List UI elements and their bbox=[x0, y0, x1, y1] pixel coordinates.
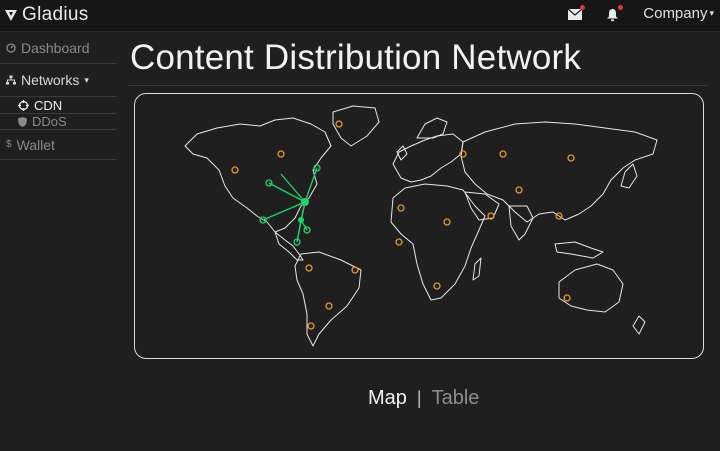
map-node[interactable] bbox=[397, 204, 405, 212]
crosshair-icon bbox=[18, 99, 29, 111]
madagascar-outline bbox=[472, 257, 482, 281]
main-content: Content Distribution Network Map | Table bbox=[128, 32, 708, 409]
cdn-nodes bbox=[231, 120, 575, 330]
dollar-icon: $ bbox=[6, 139, 12, 150]
map-node[interactable] bbox=[277, 150, 285, 158]
sidebar-item-label: Wallet bbox=[16, 136, 55, 153]
map-node[interactable] bbox=[567, 154, 575, 162]
world-map-canvas bbox=[184, 105, 658, 347]
notifications-button[interactable] bbox=[605, 4, 624, 22]
world-map[interactable] bbox=[134, 93, 704, 359]
network-sitemap-icon bbox=[6, 75, 16, 85]
top-bar: Gladius Company ▾ bbox=[0, 0, 720, 32]
route-endpoint[interactable] bbox=[298, 217, 304, 223]
company-dropdown[interactable]: Company ▾ bbox=[643, 5, 714, 22]
brand-name: Gladius bbox=[22, 4, 89, 25]
india-outline bbox=[508, 205, 534, 241]
toggle-separator: | bbox=[416, 388, 422, 408]
mail-button[interactable] bbox=[567, 4, 586, 22]
envelope-icon bbox=[568, 8, 583, 20]
indonesia-outline bbox=[554, 241, 604, 259]
map-node[interactable] bbox=[305, 264, 313, 272]
view-toggle: Map | Table bbox=[368, 387, 479, 410]
new-zealand-outline bbox=[632, 315, 646, 335]
sidebar-item-wallet[interactable]: $ Wallet bbox=[0, 130, 116, 160]
map-node[interactable] bbox=[395, 238, 403, 246]
sidebar-item-label: DDoS bbox=[32, 114, 67, 129]
sidebar-item-cdn[interactable]: CDN bbox=[0, 96, 116, 113]
map-node[interactable] bbox=[231, 166, 239, 174]
map-node[interactable] bbox=[499, 150, 507, 158]
mail-notification-dot bbox=[580, 4, 586, 10]
sidebar-item-label: CDN bbox=[34, 97, 63, 113]
company-label: Company bbox=[643, 5, 708, 22]
sidebar-item-networks[interactable]: Networks ▾ bbox=[0, 64, 116, 96]
south-america-outline bbox=[294, 251, 362, 347]
brand[interactable]: Gladius bbox=[4, 4, 89, 26]
caret-down-icon: ▾ bbox=[84, 74, 89, 85]
map-node[interactable] bbox=[443, 218, 451, 226]
top-right-controls: Company ▾ bbox=[567, 4, 714, 22]
asia-outline bbox=[460, 121, 658, 223]
sidebar-item-label: Dashboard bbox=[21, 39, 90, 56]
page-title: Content Distribution Network bbox=[128, 32, 708, 86]
gladius-logo-icon bbox=[5, 10, 17, 21]
bell-notification-dot bbox=[618, 4, 624, 10]
greenland-outline bbox=[332, 105, 380, 147]
caret-down-icon: ▾ bbox=[709, 8, 714, 18]
sidebar: Dashboard Networks ▾ CDN DDoS $ Wallet bbox=[0, 32, 116, 451]
map-node[interactable] bbox=[563, 294, 571, 302]
map-view-button[interactable]: Map bbox=[368, 387, 407, 410]
sidebar-item-ddos[interactable]: DDoS bbox=[0, 113, 116, 130]
sidebar-item-dashboard[interactable]: Dashboard bbox=[0, 32, 116, 64]
map-node[interactable] bbox=[433, 282, 441, 290]
dashboard-gauge-icon bbox=[6, 42, 16, 53]
table-view-button[interactable]: Table bbox=[432, 387, 480, 410]
routing-endpoints bbox=[259, 164, 321, 246]
map-node[interactable] bbox=[307, 322, 315, 330]
routing-lines bbox=[262, 167, 318, 243]
map-node[interactable] bbox=[515, 186, 523, 194]
map-node[interactable] bbox=[325, 302, 333, 310]
australia-outline bbox=[558, 263, 624, 313]
shield-icon bbox=[18, 116, 27, 127]
sidebar-item-label: Networks bbox=[21, 72, 80, 88]
map-node[interactable] bbox=[351, 266, 359, 274]
route-hub[interactable] bbox=[301, 198, 309, 206]
map-node[interactable] bbox=[335, 120, 343, 128]
bell-icon bbox=[607, 8, 619, 21]
north-america-outline bbox=[184, 117, 332, 233]
